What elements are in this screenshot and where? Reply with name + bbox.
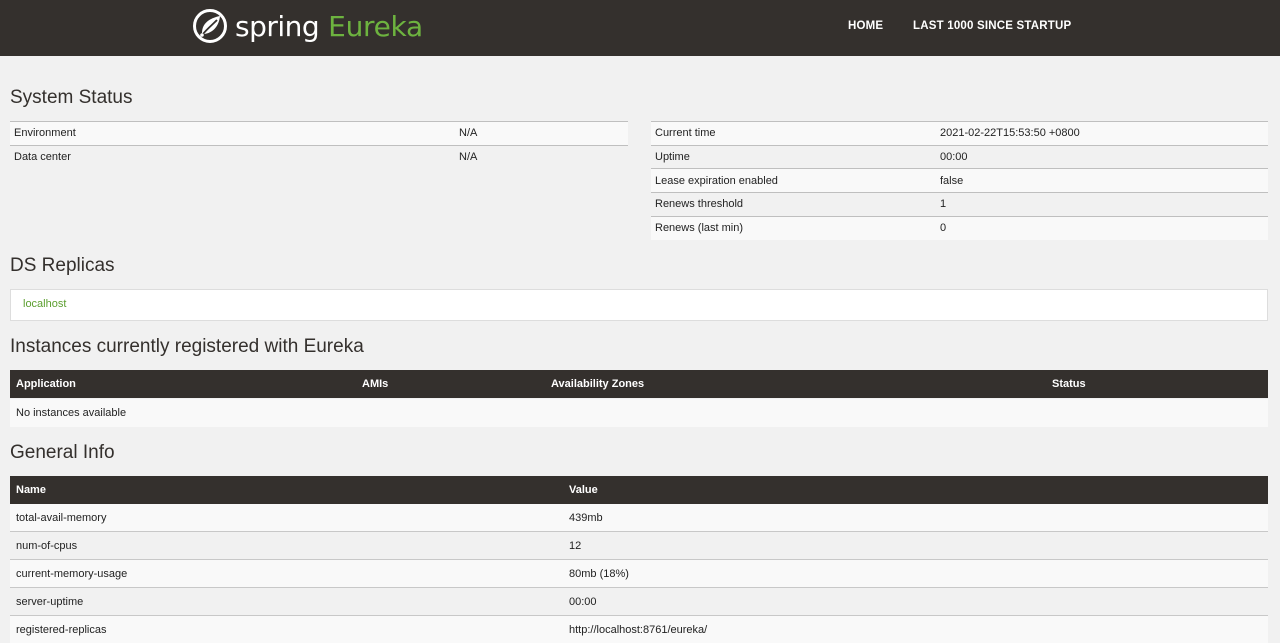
info-value: http://localhost:8761/eureka/ [569,624,708,636]
status-label: Renews threshold [651,192,936,217]
info-name: current-memory-usage [16,568,128,580]
status-value: 0 [936,215,1268,240]
status-value: 2021-02-22T15:53:50 +0800 [936,121,1268,146]
system-status-left-table: Environment N/A Data center N/A [10,121,628,169]
spring-leaf-icon [193,9,227,43]
status-row-current-time: Current time 2021-02-22T15:53:50 +0800 [651,121,1268,146]
info-name: server-uptime [16,596,84,608]
info-name: num-of-cpus [16,540,78,552]
spring-eureka-logo[interactable]: spring Eureka [193,6,423,46]
status-value: 00:00 [936,144,1268,169]
status-row-renews-threshold: Renews threshold 1 [651,192,1268,217]
info-name: total-avail-memory [16,512,107,524]
table-row: registered-replicas http://localhost:876… [10,616,1268,643]
instances-empty-row: No instances available [10,399,1268,427]
column-header-application: Application [16,378,76,390]
status-value: N/A [455,121,628,146]
general-info-table-header: Name Value [10,476,1268,504]
table-row: current-memory-usage 80mb (18%) [10,560,1268,588]
column-header-availability-zones: Availability Zones [551,378,645,390]
info-value: 439mb [569,512,603,524]
info-value: 12 [569,540,582,552]
info-value: 80mb (18%) [569,568,629,580]
general-info-title: General Info [10,442,115,463]
status-value: N/A [455,144,628,169]
info-value: 00:00 [569,596,597,608]
replica-link-localhost[interactable]: localhost [23,298,66,310]
column-header-name: Name [16,484,46,496]
top-navbar: spring Eureka HOME LAST 1000 SINCE START… [0,0,1280,56]
system-status-right-table: Current time 2021-02-22T15:53:50 +0800 U… [651,121,1268,240]
status-label: Renews (last min) [651,215,936,240]
system-status-title: System Status [10,87,133,108]
ds-replicas-list: localhost [10,289,1268,321]
status-label: Lease expiration enabled [651,168,936,193]
column-header-amis: AMIs [362,378,389,390]
table-row: total-avail-memory 439mb [10,504,1268,532]
ds-replicas-title: DS Replicas [10,255,115,276]
column-header-value: Value [569,484,598,496]
instances-title: Instances currently registered with Eure… [10,336,364,357]
status-row-lease-expiration: Lease expiration enabled false [651,168,1268,193]
table-row: num-of-cpus 12 [10,532,1268,560]
status-value: false [936,168,1268,193]
status-label: Uptime [651,144,936,169]
status-label: Data center [10,144,455,169]
table-row: server-uptime 00:00 [10,588,1268,616]
nav-last-1000-link[interactable]: LAST 1000 SINCE STARTUP [913,20,1071,32]
info-name: registered-replicas [16,624,107,636]
status-label: Current time [651,121,936,146]
status-row-environment: Environment N/A [10,121,628,146]
logo-eureka-text: Eureka [328,9,423,43]
instances-table-header: Application AMIs Availability Zones Stat… [10,370,1268,398]
status-row-data-center: Data center N/A [10,144,628,169]
status-row-renews-last-min: Renews (last min) 0 [651,215,1268,240]
logo-spring-text: spring [235,9,320,43]
status-value: 1 [936,192,1268,217]
empty-message: No instances available [16,407,127,419]
column-header-status: Status [1052,378,1086,390]
status-row-uptime: Uptime 00:00 [651,144,1268,169]
nav-home-link[interactable]: HOME [848,20,883,32]
status-label: Environment [10,121,455,146]
